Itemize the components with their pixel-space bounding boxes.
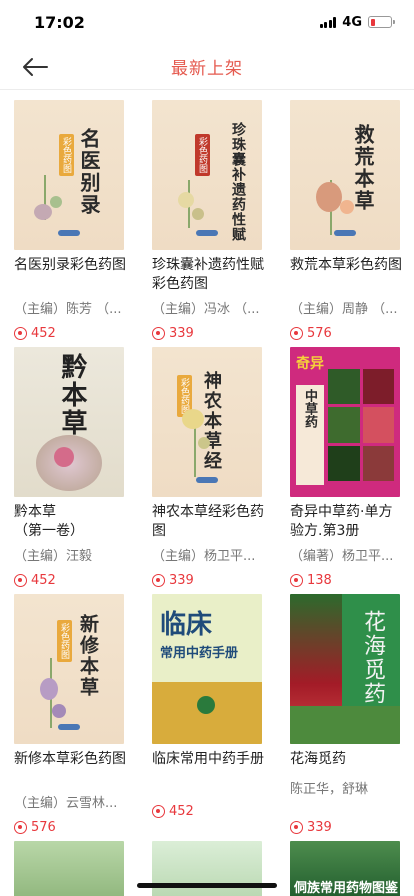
book-price: 138 — [290, 573, 332, 588]
book-author: 陈正华，舒琳 — [290, 782, 369, 797]
book-cover: 临床 常用中药手册 — [152, 594, 262, 744]
book-card[interactable]: 救荒本草 救荒本草彩色药图 （主编）周静 （... 576 — [290, 100, 402, 341]
book-cover: 名医别录 彩色药图 — [14, 100, 124, 250]
book-title: 名医别录彩色药图 — [14, 257, 126, 273]
book-price: 339 — [290, 820, 332, 835]
book-card[interactable]: 珍珠囊补遗药性赋 彩色药图 珍珠囊补遗药性赋彩色药图 （主编）冯冰 （... 3… — [152, 100, 264, 341]
book-card[interactable]: 黔本草 黔本草 （第一卷） （主编）汪毅 452 — [14, 347, 126, 588]
book-cover: 黔本草 — [14, 347, 124, 497]
coin-icon — [14, 574, 27, 587]
signal-icon — [319, 16, 337, 28]
book-price: 339 — [152, 573, 194, 588]
home-indicator[interactable] — [137, 883, 277, 888]
arrow-left-icon — [23, 58, 48, 76]
book-card[interactable]: 临床 常用中药手册 临床常用中药手册 452 — [152, 594, 264, 819]
coin-icon — [152, 574, 165, 587]
coin-icon — [152, 327, 165, 340]
book-author: （主编）云雪林... — [14, 796, 118, 811]
book-card[interactable]: 侗族常用药物图鉴 — [290, 841, 402, 896]
coin-icon — [290, 327, 303, 340]
book-price: 576 — [14, 820, 56, 835]
coin-icon — [290, 821, 303, 834]
book-author: （主编）周静 （... — [290, 302, 398, 317]
book-title: 奇异中草药·单方验方.第3册 — [290, 504, 393, 539]
status-bar: 17:02 4G — [0, 0, 414, 44]
book-cover: 奇异 中草药 — [290, 347, 400, 497]
back-button[interactable] — [22, 52, 52, 82]
book-cover: 救荒本草 — [290, 100, 400, 250]
book-price: 576 — [290, 326, 332, 341]
book-card[interactable]: 新修本草 彩色药图 新修本草彩色药图 （主编）云雪林... 576 — [14, 594, 126, 835]
book-price: 452 — [14, 573, 56, 588]
book-card[interactable]: 奇异 中草药 奇异中草药·单方验方.第3册 （编著）杨卫平... 138 — [290, 347, 402, 588]
book-cover: 珍珠囊补遗药性赋 彩色药图 — [152, 100, 262, 250]
battery-icon — [368, 16, 395, 28]
book-cover — [14, 841, 124, 896]
book-cover: 侗族常用药物图鉴 — [290, 841, 400, 896]
book-price: 339 — [152, 326, 194, 341]
coin-icon — [290, 574, 303, 587]
book-author: （主编）汪毅 — [14, 549, 93, 564]
book-author: （主编）陈芳 （... — [14, 302, 122, 317]
book-title: 新修本草彩色药图 — [14, 751, 126, 767]
nav-bar: 最新上架 — [0, 44, 414, 90]
book-title: 救荒本草彩色药图 — [290, 257, 402, 273]
book-card[interactable]: 名医别录 彩色药图 名医别录彩色药图 （主编）陈芳 （... 452 — [14, 100, 126, 341]
page-title: 最新上架 — [171, 59, 243, 79]
network-label: 4G — [342, 14, 362, 30]
book-cover: 花海觅药 — [290, 594, 400, 744]
coin-icon — [152, 805, 165, 818]
book-card[interactable] — [14, 841, 126, 896]
book-price: 452 — [14, 326, 56, 341]
book-title: 神农本草经彩色药图 — [152, 504, 264, 539]
book-title: 珍珠囊补遗药性赋彩色药图 — [152, 257, 264, 292]
book-price: 452 — [152, 804, 194, 819]
status-time: 17:02 — [34, 12, 85, 32]
book-cover: 新修本草 彩色药图 — [14, 594, 124, 744]
coin-icon — [14, 327, 27, 340]
book-card[interactable]: 花海觅药 花海觅药 陈正华，舒琳 339 — [290, 594, 402, 835]
coin-icon — [14, 821, 27, 834]
book-title: 黔本草 （第一卷） — [14, 504, 84, 539]
status-indicators: 4G — [319, 14, 395, 30]
book-author: （编著）杨卫平... — [290, 549, 394, 564]
book-card[interactable]: 神农本草经 彩色药图 神农本草经彩色药图 （主编）杨卫平... 339 — [152, 347, 264, 588]
book-author: （主编）杨卫平... — [152, 549, 256, 564]
book-author: （主编）冯冰 （... — [152, 302, 260, 317]
book-cover: 神农本草经 彩色药图 — [152, 347, 262, 497]
book-title: 临床常用中药手册 — [152, 751, 264, 767]
